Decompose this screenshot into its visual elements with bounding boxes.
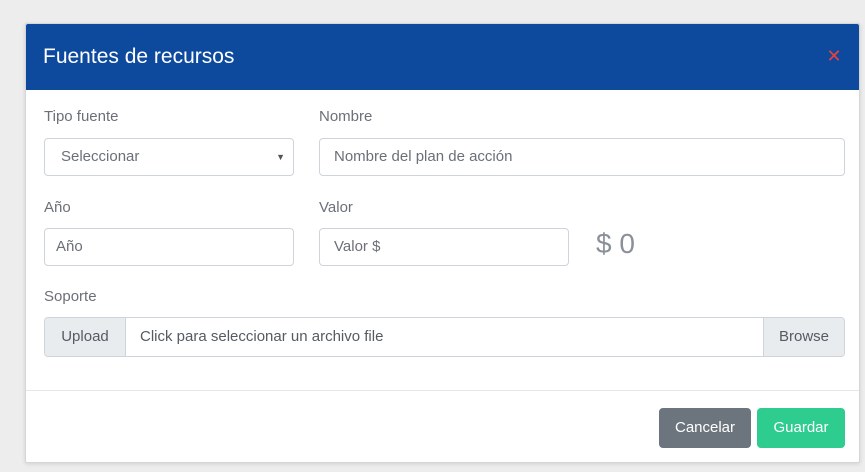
anio-placeholder: Año	[56, 238, 83, 255]
upload-label: Upload	[45, 318, 126, 356]
modal-header: Fuentes de recursos ✕	[26, 24, 859, 90]
nombre-placeholder: Nombre del plan de acción	[334, 148, 513, 165]
close-icon[interactable]: ✕	[823, 45, 845, 67]
nombre-label: Nombre	[319, 108, 373, 125]
valor-display: $ 0	[596, 228, 635, 259]
fuentes-de-recursos-modal: Fuentes de recursos ✕ Tipo fuente Selecc…	[25, 23, 860, 463]
file-placeholder[interactable]: Click para seleccionar un archivo file	[140, 318, 383, 356]
chevron-down-icon: ▼	[276, 152, 285, 162]
valor-placeholder: Valor $	[334, 238, 381, 255]
browse-button[interactable]: Browse	[763, 318, 844, 356]
soporte-label: Soporte	[44, 288, 97, 305]
tipo-fuente-label: Tipo fuente	[44, 108, 119, 125]
anio-label: Año	[44, 199, 71, 216]
footer-divider	[26, 390, 859, 391]
anio-input[interactable]: Año	[44, 228, 294, 266]
valor-label: Valor	[319, 199, 353, 216]
save-button[interactable]: Guardar	[757, 408, 845, 448]
cancel-button[interactable]: Cancelar	[659, 408, 751, 448]
soporte-file-input[interactable]: Upload Click para seleccionar un archivo…	[44, 317, 845, 357]
nombre-input[interactable]: Nombre del plan de acción	[319, 138, 845, 176]
modal-title: Fuentes de recursos	[43, 45, 235, 68]
tipo-fuente-select[interactable]: Seleccionar ▼	[44, 138, 294, 176]
tipo-fuente-selected: Seleccionar	[61, 148, 140, 165]
valor-input[interactable]: Valor $	[319, 228, 569, 266]
